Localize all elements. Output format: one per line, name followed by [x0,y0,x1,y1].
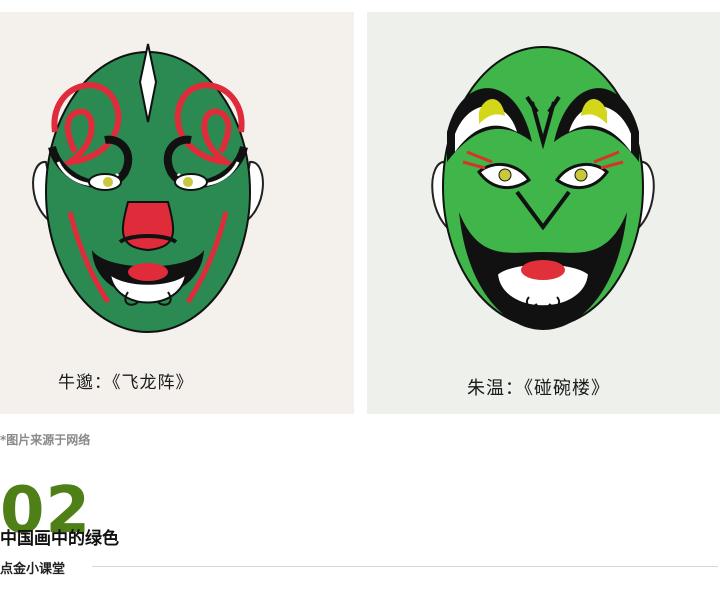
image-source-note: *图片来源于网络 [0,433,91,447]
opera-mask-illustration-right [431,46,655,330]
opera-mask-illustration-left [32,43,264,333]
mask-painting-left: 牛邈：《飞龙阵》 [0,12,354,414]
section-subtitle: 点金小课堂 [0,562,66,577]
section-title: 中国画中的绿色 [0,529,119,549]
mask-caption-right: 朱温：《碰碗楼》 [467,378,610,399]
section-divider [92,566,718,567]
mask-painting-right: 朱温：《碰碗楼》 [367,12,720,414]
mask-caption-left: 牛邈：《飞龙阵》 [58,373,194,393]
